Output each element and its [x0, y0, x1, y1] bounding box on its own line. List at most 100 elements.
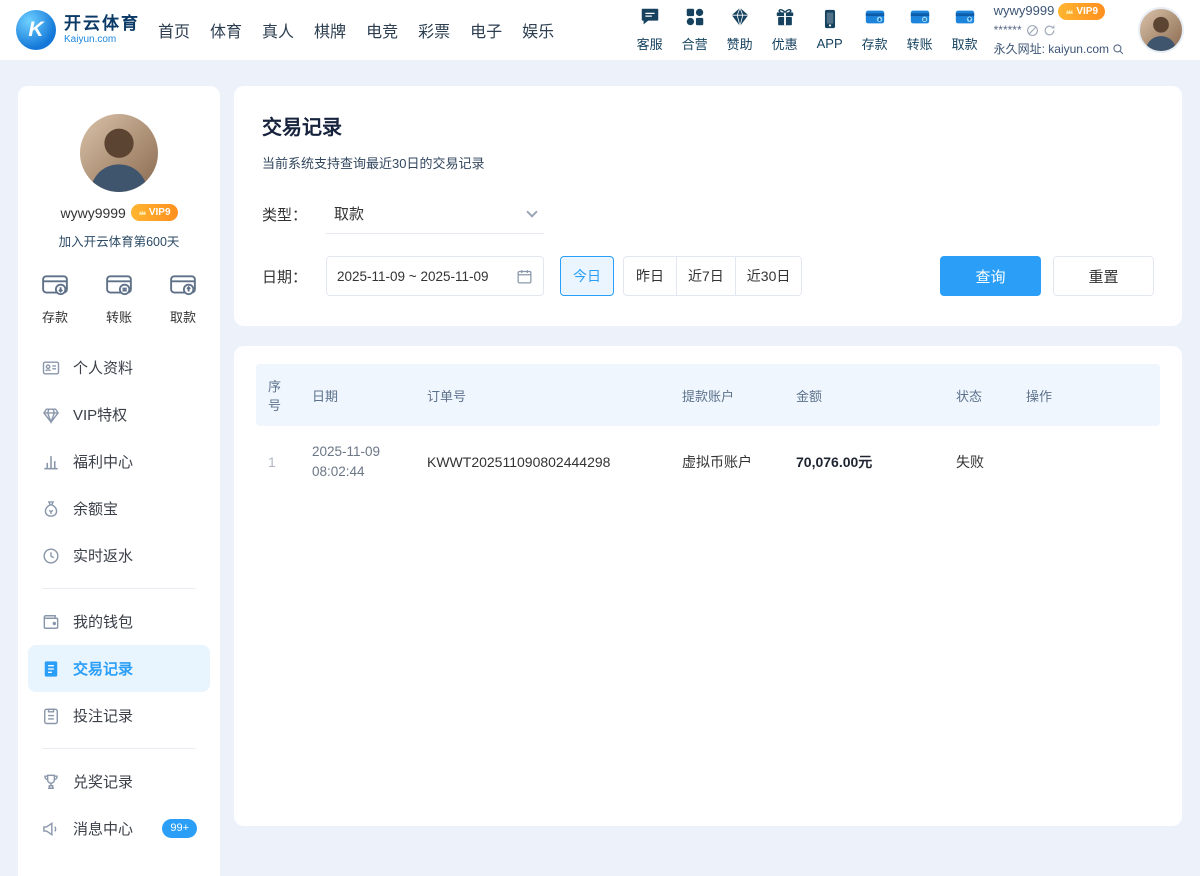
sidebar-item-yuebao[interactable]: 余额宝 — [28, 485, 210, 532]
withdraw-card-icon — [168, 270, 198, 300]
range-7days-button[interactable]: 近7日 — [676, 256, 736, 296]
withdraw-link[interactable]: 取款 — [949, 6, 981, 53]
page-subtitle: 当前系统支持查询最近30日的交易记录 — [262, 153, 1154, 172]
id-card-icon — [41, 358, 61, 378]
username: wywy9999 — [994, 1, 1055, 21]
nav-item-sports[interactable]: 体育 — [210, 18, 242, 42]
sidebar: wywy9999 VIP9 加入开云体育第600天 存款 转账 取款 — [18, 86, 220, 876]
crown-icon — [1065, 7, 1074, 16]
brand-logo[interactable]: K 开云体育 Kaiyun.com — [16, 10, 140, 50]
magnifier-icon[interactable] — [1112, 43, 1125, 56]
sponsor-link[interactable]: 赞助 — [724, 6, 756, 53]
col-date: 日期 — [300, 364, 415, 426]
range-30days-button[interactable]: 近30日 — [735, 256, 803, 296]
row-amount: 70,076.00元 — [784, 426, 944, 499]
vip-badge: VIP9 — [1058, 3, 1105, 20]
chat-bubble-icon — [639, 6, 661, 31]
nav-item-chess[interactable]: 棋牌 — [314, 18, 346, 42]
chevron-down-icon — [526, 206, 537, 217]
refresh-icon[interactable] — [1043, 24, 1056, 37]
filter-card: 交易记录 当前系统支持查询最近30日的交易记录 类型： 取款 日期： 2025-… — [234, 86, 1182, 326]
avatar[interactable] — [1138, 7, 1184, 53]
withdraw-quick-action[interactable]: 取款 — [168, 270, 198, 326]
menu-divider — [42, 588, 196, 589]
withdraw-card-icon — [954, 6, 976, 31]
clock-icon — [41, 546, 61, 566]
app-download-link[interactable]: APP — [814, 8, 846, 51]
main-content: 交易记录 当前系统支持查询最近30日的交易记录 类型： 取款 日期： 2025-… — [234, 86, 1182, 826]
main-nav: 首页 体育 真人 棋牌 电竞 彩票 电子 娱乐 — [158, 18, 554, 42]
nav-item-esports[interactable]: 电竞 — [366, 18, 398, 42]
deposit-card-icon — [864, 6, 886, 31]
records-table-card: 序号 日期 订单号 提款账户 金额 状态 操作 1 2025-11-09 — [234, 346, 1182, 826]
sidebar-item-benefits[interactable]: 福利中心 — [28, 438, 210, 485]
profile-avatar[interactable] — [80, 114, 158, 192]
type-select[interactable]: 取款 — [326, 194, 544, 234]
top-navbar: K 开云体育 Kaiyun.com 首页 体育 真人 棋牌 电竞 彩票 电子 娱… — [0, 0, 1200, 60]
row-date: 2025-11-09 08:02:44 — [300, 426, 415, 499]
col-status: 状态 — [944, 364, 1014, 426]
page-body: wywy9999 VIP9 加入开云体育第600天 存款 转账 取款 — [0, 60, 1200, 876]
reset-button[interactable]: 重置 — [1053, 256, 1154, 296]
brand-logo-mark: K — [16, 10, 56, 50]
range-yesterday-button[interactable]: 昨日 — [623, 256, 677, 296]
col-action: 操作 — [1014, 364, 1160, 426]
transfer-link[interactable]: 转账 — [904, 6, 936, 53]
eye-off-icon[interactable] — [1026, 24, 1039, 37]
nav-item-entertainment[interactable]: 娱乐 — [522, 18, 554, 42]
phone-icon — [819, 8, 841, 33]
date-filter-row: 日期： 2025-11-09 ~ 2025-11-09 今日 昨日 近7日 近3… — [262, 256, 1154, 296]
partnership-link[interactable]: 合营 — [679, 6, 711, 53]
sidebar-item-messages[interactable]: 消息中心 99+ — [28, 805, 210, 852]
trophy-icon — [41, 772, 61, 792]
unread-count-badge: 99+ — [162, 819, 197, 838]
deposit-link[interactable]: 存款 — [859, 6, 891, 53]
profile-card: wywy9999 VIP9 加入开云体育第600天 — [18, 114, 220, 250]
customer-service-link[interactable]: 客服 — [634, 6, 666, 53]
page-title: 交易记录 — [262, 111, 1154, 140]
table-row: 1 2025-11-09 08:02:44 KWWT20251109080244… — [256, 426, 1160, 499]
row-order-no: KWWT202511090802444298 — [415, 426, 670, 499]
deposit-quick-action[interactable]: 存款 — [40, 270, 70, 326]
row-action — [1014, 426, 1160, 499]
col-account: 提款账户 — [670, 364, 784, 426]
money-bag-icon — [41, 499, 61, 519]
brand-title: 开云体育 — [64, 15, 140, 34]
document-icon — [41, 659, 61, 679]
col-amount: 金额 — [784, 364, 944, 426]
crown-icon — [138, 208, 147, 217]
clipboard-icon — [41, 706, 61, 726]
nav-item-slots[interactable]: 电子 — [470, 18, 502, 42]
table-header-row: 序号 日期 订单号 提款账户 金额 状态 操作 — [256, 364, 1160, 426]
date-label: 日期： — [262, 266, 326, 287]
range-today-button[interactable]: 今日 — [560, 256, 614, 296]
sidebar-item-profile[interactable]: 个人资料 — [28, 344, 210, 391]
type-filter-row: 类型： 取款 — [262, 194, 1154, 234]
sidebar-item-rebate[interactable]: 实时返水 — [28, 532, 210, 579]
wallet-icon — [41, 612, 61, 632]
sidebar-item-prizes[interactable]: 兑奖记录 — [28, 758, 210, 805]
grid-icon — [684, 6, 706, 31]
brand-subtitle: Kaiyun.com — [64, 34, 140, 45]
promotions-link[interactable]: 优惠 — [769, 6, 801, 53]
type-label: 类型： — [262, 204, 326, 225]
user-meta: wywy9999 VIP9 ****** 永久网址: kaiyun.com — [994, 1, 1125, 58]
deposit-card-icon — [40, 270, 70, 300]
join-days-text: 加入开云体育第600天 — [30, 231, 208, 250]
search-button[interactable]: 查询 — [940, 256, 1041, 296]
sidebar-item-wallet[interactable]: 我的钱包 — [28, 598, 210, 645]
nav-item-lottery[interactable]: 彩票 — [418, 18, 450, 42]
nav-item-home[interactable]: 首页 — [158, 18, 190, 42]
date-range-value: 2025-11-09 ~ 2025-11-09 — [337, 269, 489, 284]
sidebar-item-bets[interactable]: 投注记录 — [28, 692, 210, 739]
sidebar-item-transactions[interactable]: 交易记录 — [28, 645, 210, 692]
sidebar-item-vip[interactable]: VIP特权 — [28, 391, 210, 438]
megaphone-icon — [41, 819, 61, 839]
header-right: 客服 合营 赞助 优惠 APP — [634, 1, 1184, 58]
masked-balance: ****** — [994, 21, 1022, 40]
transfer-quick-action[interactable]: 转账 — [104, 270, 134, 326]
date-range-input[interactable]: 2025-11-09 ~ 2025-11-09 — [326, 256, 544, 296]
transfer-card-icon — [104, 270, 134, 300]
nav-item-live[interactable]: 真人 — [262, 18, 294, 42]
row-index: 1 — [256, 426, 300, 499]
